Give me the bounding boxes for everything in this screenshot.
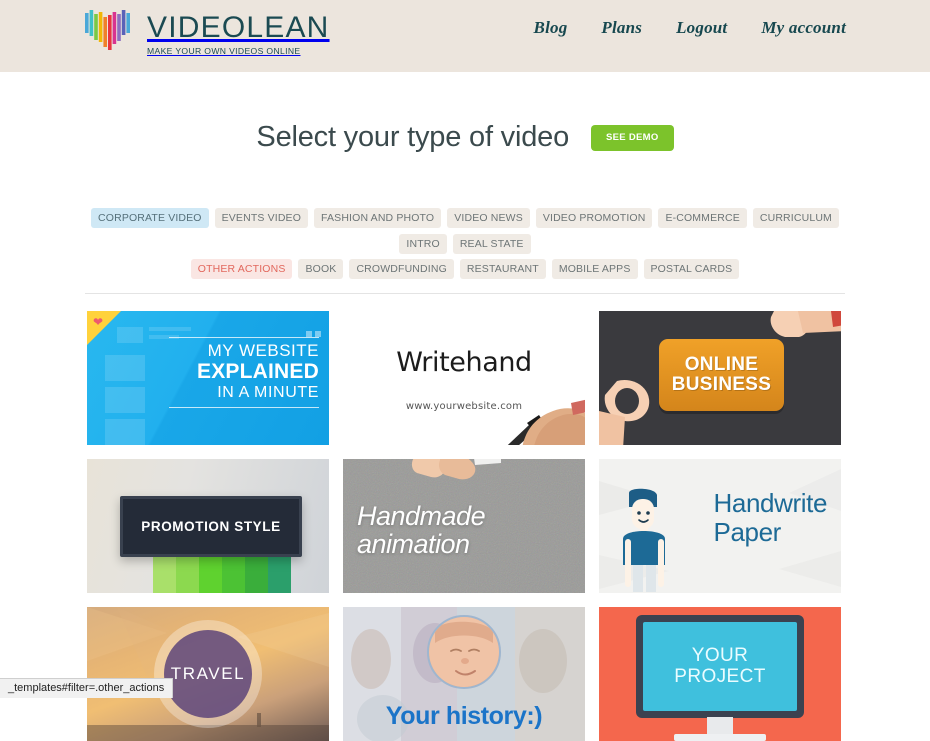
template-card-online-business[interactable]: ONLINE BUSINESS <box>599 311 841 446</box>
filter-tag-bar: CORPORATE VIDEO EVENTS VIDEO FASHION AND… <box>85 207 845 295</box>
see-demo-button[interactable]: SEE DEMO <box>591 125 674 151</box>
avatar <box>427 615 501 690</box>
template-line-2: Paper <box>713 516 782 547</box>
template-line-1: Handmade <box>357 501 486 532</box>
template-title: Your history:) <box>385 702 543 731</box>
template-line-1: Handwrite <box>713 488 828 519</box>
travel-disc: TRAVEL <box>164 630 252 719</box>
template-card-handmade-animation[interactable]: Handmade animation <box>343 459 585 594</box>
decor-pane <box>149 327 191 332</box>
filter-tag-video-news[interactable]: VIDEO NEWS <box>447 207 530 228</box>
baby-face-photo <box>429 617 499 688</box>
template-card-text: MY WEBSITE EXPLAINED IN A MINUTE <box>87 333 319 411</box>
videolean-v-bars-logo-icon <box>82 4 138 60</box>
filter-tag-restaurant[interactable]: RESTAURANT <box>459 258 546 280</box>
filter-tag-events-video[interactable]: EVENTS VIDEO <box>214 207 309 228</box>
site-header: VIDEOLEAN MAKE YOUR OWN VIDEOS ONLINE Bl… <box>0 0 930 72</box>
filter-tag-intro[interactable]: INTRO <box>399 233 447 254</box>
browser-status-bar: _templates#filter=.other_actions <box>0 678 174 698</box>
template-plaque: ONLINE BUSINESS <box>659 339 784 412</box>
filter-tag-corporate-video[interactable]: CORPORATE VIDEO <box>91 207 209 228</box>
person-illustration-icon <box>623 488 665 593</box>
drawing-hand-icon <box>507 399 585 446</box>
template-line-2: BUSINESS <box>671 374 772 396</box>
template-line-1: ONLINE <box>684 354 759 376</box>
filter-row-2: OTHER ACTIONS BOOK CROWDFUNDING RESTAURA… <box>85 258 845 280</box>
template-card-text: Handmade animation <box>357 501 486 559</box>
main-navigation: Blog Plans Logout My account <box>534 18 846 38</box>
nav-item-blog[interactable]: Blog <box>534 18 568 38</box>
filter-tag-fashion-and-photo[interactable]: FASHION AND PHOTO <box>314 207 442 228</box>
template-card-handwrite-paper[interactable]: Handwrite Paper <box>599 459 841 594</box>
monitor-neck <box>707 717 733 736</box>
filter-tag-mobile-apps[interactable]: MOBILE APPS <box>551 258 638 280</box>
decor-pane <box>105 419 145 446</box>
hands-icon <box>412 459 502 480</box>
template-card-travel[interactable]: TRAVEL <box>87 607 329 741</box>
heart-icon: ❤ <box>93 315 104 330</box>
filter-tag-e-commerce[interactable]: E-COMMERCE <box>658 207 747 228</box>
filter-tag-video-promotion[interactable]: VIDEO PROMOTION <box>535 207 653 228</box>
decor-rule <box>169 337 319 339</box>
page-title: Select your type of video <box>256 121 569 154</box>
template-line-3: IN A MINUTE <box>217 384 319 402</box>
template-line-2: PROJECT <box>674 665 766 687</box>
brand-tagline: MAKE YOUR OWN VIDEOS ONLINE <box>147 45 301 56</box>
template-grid: ❤ MY WEBSITE EXPLAINED IN A MINUTE Write… <box>87 311 843 741</box>
filter-tag-postal-cards[interactable]: POSTAL CARDS <box>643 258 740 280</box>
brand-name: VIDEOLEAN <box>147 10 330 44</box>
filter-tag-crowdfunding[interactable]: CROWDFUNDING <box>349 258 454 280</box>
nav-item-my-account[interactable]: My account <box>761 18 846 38</box>
template-card-writehand[interactable]: Writehand www.yourwebsite.com <box>343 311 585 446</box>
template-card-text: Handwrite Paper <box>713 488 828 547</box>
template-title: PROMOTION STYLE <box>141 519 281 535</box>
filter-tag-real-state[interactable]: REAL STATE <box>452 233 531 254</box>
template-line-1: MY WEBSITE <box>207 341 319 361</box>
filter-tag-book[interactable]: BOOK <box>298 258 344 280</box>
template-card-promotion-style[interactable]: PROMOTION STYLE <box>87 459 329 594</box>
filter-tag-curriculum[interactable]: CURRICULUM <box>752 207 839 228</box>
template-line-2: EXPLAINED <box>197 360 319 384</box>
nav-item-plans[interactable]: Plans <box>601 18 642 38</box>
template-card-my-website-explained[interactable]: ❤ MY WEBSITE EXPLAINED IN A MINUTE <box>87 311 329 446</box>
template-line-2: animation <box>357 528 470 559</box>
filter-row-1: CORPORATE VIDEO EVENTS VIDEO FASHION AND… <box>85 207 845 254</box>
nav-item-logout[interactable]: Logout <box>676 18 727 38</box>
monitor-base <box>674 734 766 741</box>
template-card-your-history[interactable]: Your history:) <box>343 607 585 741</box>
template-frame: PROMOTION STYLE <box>120 496 302 558</box>
brand-logo-link[interactable]: VIDEOLEAN MAKE YOUR OWN VIDEOS ONLINE <box>82 4 330 60</box>
decor-rule <box>169 407 319 409</box>
template-title: TRAVEL <box>170 664 246 684</box>
filter-tag-other-actions[interactable]: OTHER ACTIONS <box>190 258 293 280</box>
travel-ring: TRAVEL <box>154 620 262 729</box>
template-line-1: YOUR <box>691 645 749 667</box>
page-title-row: Select your type of video SEE DEMO <box>0 102 930 174</box>
monitor-illustration: YOUR PROJECT <box>636 615 804 719</box>
template-card-your-project[interactable]: YOUR PROJECT <box>599 607 841 741</box>
brand-text: VIDEOLEAN MAKE YOUR OWN VIDEOS ONLINE <box>147 9 330 56</box>
template-title: Writehand <box>396 347 532 379</box>
